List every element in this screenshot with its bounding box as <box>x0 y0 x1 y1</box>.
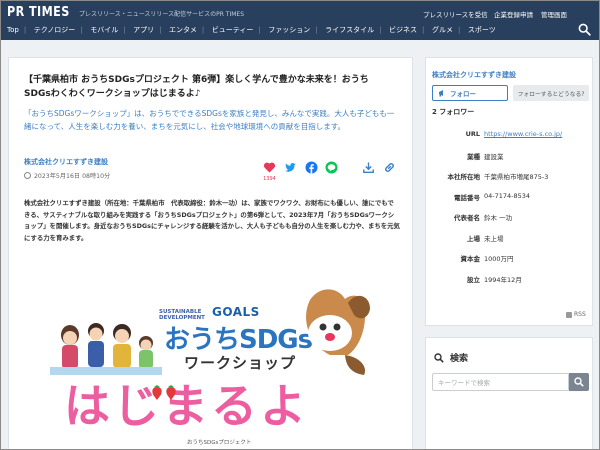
hero-goals-text: GOALS <box>212 305 260 319</box>
nav-separator: | <box>422 26 425 34</box>
search-icon <box>434 352 444 363</box>
hero-image[interactable]: SUSTAINABLE DEVELOPMENT GOALS おうちSDGs ワー… <box>42 263 377 450</box>
info-value: 1000万円 <box>484 255 514 263</box>
info-key: 電話番号 <box>454 193 480 202</box>
hero-big-text: はじまるよ <box>64 379 309 433</box>
line-share-icon[interactable] <box>325 161 338 174</box>
info-key: 代表者名 <box>454 214 480 222</box>
nav-separator: | <box>23 26 27 34</box>
info-row-address: 本社所在地 千葉県柏市増尾875-3 <box>432 171 590 192</box>
search-icon <box>574 377 584 387</box>
article-lead: 「おうちSDGsワークショップ」は、おうちでできるSDGsを家族と発見し、みんな… <box>24 109 395 131</box>
follow-button-label: フォロー <box>450 90 476 98</box>
company-info-table: URL https://www.crie-s.co.jp/ 業種 建設業 本社所… <box>432 130 590 294</box>
nav-separator: | <box>123 26 126 34</box>
info-row-phone: 電話番号 04-7174-8534 <box>432 192 590 213</box>
twitter-share-icon[interactable] <box>284 161 297 174</box>
nav-item-app[interactable]: アプリ <box>133 26 154 34</box>
publish-date-text: 2023年5月16日 08時10分 <box>34 173 111 180</box>
search-submit-button[interactable] <box>569 373 589 391</box>
nav-separator: | <box>159 26 162 34</box>
info-key: 業種 <box>467 152 480 161</box>
category-nav: Top | テクノロジー | モバイル | アプリ | エンタメ | ビューティー | ファ… <box>7 25 501 35</box>
site-tagline: プレスリリース・ニュースリリース配信サービスのPR TIMES <box>79 11 245 18</box>
nav-separator: | <box>258 26 261 34</box>
nav-item-fashion[interactable]: ファッション <box>268 26 310 34</box>
nav-item-sports[interactable]: スポーツ <box>468 26 496 34</box>
info-row-capital: 資本金 1000万円 <box>432 253 590 274</box>
nav-item-top[interactable]: Top <box>7 26 19 34</box>
info-value: 千葉県柏市増尾875-3 <box>484 173 549 181</box>
nav-item-technology[interactable]: テクノロジー <box>34 26 76 34</box>
info-key: 資本金 <box>460 255 481 263</box>
info-row-url: URL https://www.crie-s.co.jp/ <box>432 130 590 151</box>
info-key: URL <box>465 130 480 138</box>
nav-item-beauty[interactable]: ビューティー <box>212 26 254 34</box>
info-row-listing: 上場 未上場 <box>432 233 590 254</box>
like-count: 1394 <box>263 176 276 182</box>
nav-separator: | <box>379 26 382 34</box>
info-row-established: 設立 1994年12月 <box>432 274 590 295</box>
rss-icon <box>566 311 572 318</box>
article-card: 【千葉県柏市 おうちSDGsプロジェクト 第6弾】楽しく学んで豊かな未来を！おう… <box>8 57 413 450</box>
mascot-illustration <box>306 289 370 375</box>
info-row-representative: 代表者名 鈴木 一功 <box>432 212 590 233</box>
megaphone-icon <box>439 90 443 97</box>
sidebar-company-link[interactable]: 株式会社クリエすずき建設 <box>432 70 516 80</box>
info-key: 本社所在地 <box>447 173 481 181</box>
info-value: 鈴木 一功 <box>484 214 513 222</box>
publish-date: 2023年5月16日 08時10分 <box>24 171 110 180</box>
nav-separator: | <box>201 26 205 34</box>
site-header: PR TIMES プレスリリース・ニュースリリース配信サービスのPR TIMES… <box>0 0 600 40</box>
link-copy-icon[interactable] <box>383 161 396 174</box>
info-key: 設立 <box>467 275 480 284</box>
follower-count: 2 フォロワー <box>432 108 475 116</box>
info-value: 04-7174-8534 <box>484 191 531 200</box>
nav-item-business[interactable]: ビジネス <box>389 26 417 34</box>
info-key: 上場 <box>467 234 480 243</box>
keyword-search-input[interactable]: キーワードで検索 <box>432 373 569 391</box>
follow-button[interactable]: フォロー <box>432 85 508 101</box>
hero-credit: おうちSDGsプロジェクト <box>187 440 252 446</box>
company-register-link[interactable]: 企業登録申請 <box>494 9 533 19</box>
hero-subtitle: ワークショップ <box>184 354 297 372</box>
info-value: 未上場 <box>484 234 504 243</box>
nav-item-gourmet[interactable]: グルメ <box>432 26 453 34</box>
like-heart-icon[interactable] <box>263 161 276 174</box>
follow-help-button[interactable]: フォローするとどうなる? <box>513 85 589 101</box>
article-title: 【千葉県柏市 おうちSDGsプロジェクト 第6弾】楽しく学んで豊かな未来を！おう… <box>24 75 369 99</box>
sidebar-search-panel: 検索 キーワードで検索 <box>425 337 593 450</box>
nav-item-entertainment[interactable]: エンタメ <box>169 26 197 34</box>
info-value: 1994年12月 <box>484 275 522 284</box>
nav-separator: | <box>80 26 83 34</box>
company-url-link[interactable]: https://www.crie-s.co.jp/ <box>484 130 562 138</box>
company-info-panel: 株式会社クリエすずき建設 フォロー フォローするとどうなる? 2 フォロワー U… <box>425 57 593 326</box>
rss-link[interactable]: RSS <box>566 311 586 318</box>
receive-releases-link[interactable]: プレスリリースを受信 <box>423 9 488 19</box>
search-icon[interactable] <box>578 23 591 36</box>
admin-link[interactable]: 管理画面 <box>541 9 567 19</box>
nav-separator: | <box>315 26 318 34</box>
strawberry-icon <box>152 385 176 400</box>
nav-item-lifestyle[interactable]: ライフスタイル <box>325 26 374 34</box>
nav-item-mobile[interactable]: モバイル <box>90 26 118 34</box>
company-link[interactable]: 株式会社クリエすずき建設 <box>24 157 108 167</box>
rss-label: RSS <box>574 311 586 318</box>
family-illustration <box>50 323 162 375</box>
download-icon[interactable] <box>362 161 375 174</box>
search-panel-title: 検索 <box>434 351 468 364</box>
nav-separator: | <box>457 26 461 34</box>
clock-icon <box>24 172 31 179</box>
article-body: 株式会社クリエすずき建設（所在地：千葉県柏市 代表取締役：鈴木一功）は、家族でワ… <box>24 199 400 242</box>
info-row-industry: 業種 建設業 <box>432 151 590 172</box>
info-value: 建設業 <box>484 152 504 161</box>
facebook-share-icon[interactable] <box>305 161 318 174</box>
prtimes-logo[interactable]: PR TIMES <box>7 5 70 20</box>
search-panel-title-text: 検索 <box>450 354 469 364</box>
